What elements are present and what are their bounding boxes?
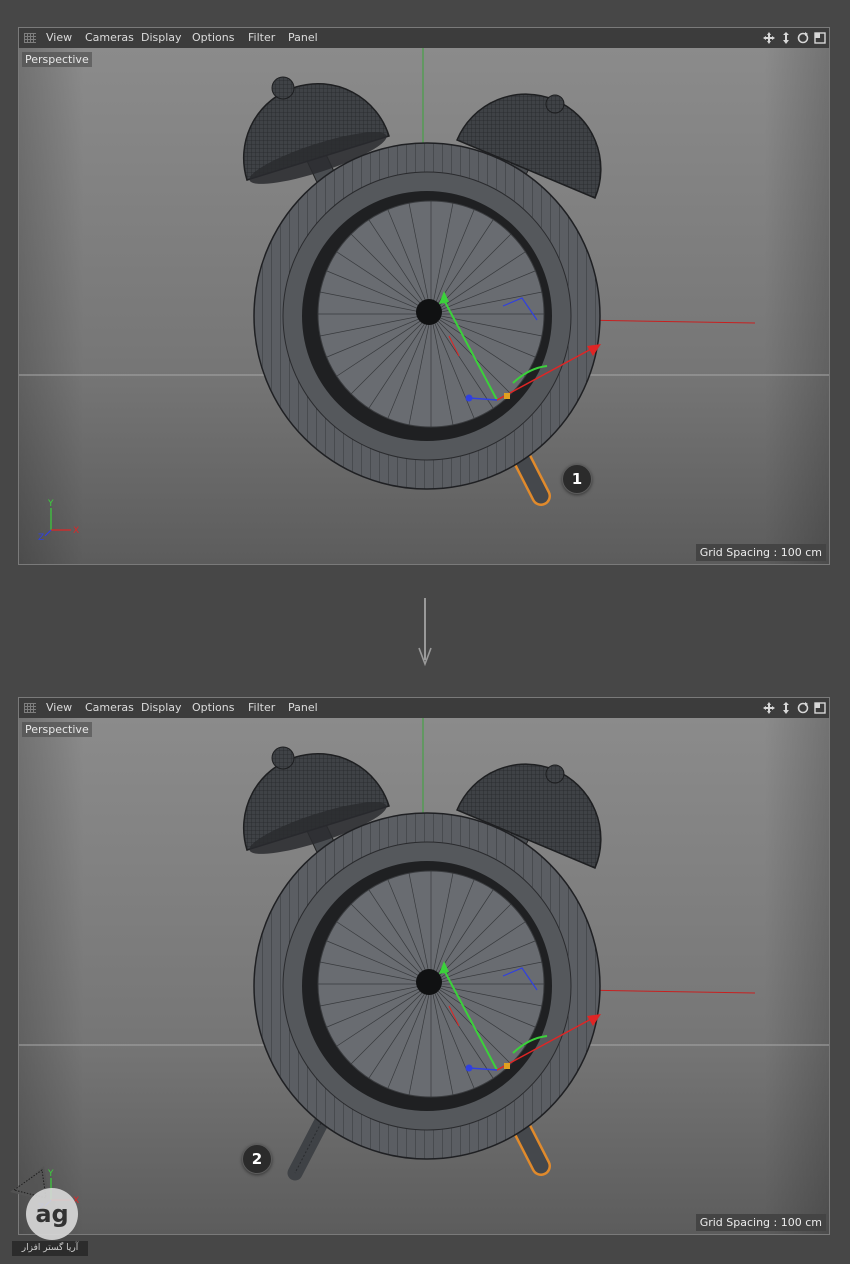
viewport-nav-icons	[762, 699, 827, 717]
viewport-camera-label[interactable]: Perspective	[22, 722, 92, 737]
viewport-top[interactable]: View Cameras Display Options Filter Pane…	[18, 27, 830, 565]
menu-options[interactable]: Options	[192, 701, 234, 714]
zoom-icon[interactable]	[779, 700, 793, 716]
rotate-icon[interactable]	[796, 30, 810, 46]
maximize-icon[interactable]	[813, 30, 827, 46]
clock-body[interactable]	[253, 142, 601, 490]
clock-body[interactable]	[253, 812, 601, 1160]
watermark-text: آریا گستر افزار	[12, 1241, 88, 1256]
menu-panel[interactable]: Panel	[288, 31, 318, 44]
viewport-scene[interactable]: Y X Z	[19, 718, 829, 1234]
viewport-menu-bar: View Cameras Display Options Filter Pane…	[19, 28, 829, 49]
grid-spacing-label: Grid Spacing : 100 cm	[695, 544, 826, 561]
menu-options[interactable]: Options	[192, 31, 234, 44]
viewport-scene[interactable]: Y X Z	[19, 48, 829, 564]
viewport-nav-icons	[762, 29, 827, 47]
menu-cameras[interactable]: Cameras	[85, 701, 134, 714]
maximize-icon[interactable]	[813, 700, 827, 716]
menu-view[interactable]: View	[46, 701, 72, 714]
move-icon[interactable]	[762, 700, 776, 716]
grip-icon[interactable]	[24, 703, 36, 713]
menu-display[interactable]: Display	[141, 31, 182, 44]
arrow-down-icon	[418, 598, 432, 667]
step-callout-1: 1	[562, 464, 592, 494]
step-callout-2: 2	[242, 1144, 272, 1174]
menu-display[interactable]: Display	[141, 701, 182, 714]
move-icon[interactable]	[762, 30, 776, 46]
viewport-camera-label[interactable]: Perspective	[22, 52, 92, 67]
zoom-icon[interactable]	[779, 30, 793, 46]
grid-spacing-label: Grid Spacing : 100 cm	[695, 1214, 826, 1231]
axis-label-x: X	[73, 526, 79, 536]
viewport-menu-bar: View Cameras Display Options Filter Pane…	[19, 698, 829, 719]
viewport-bottom[interactable]: View Cameras Display Options Filter Pane…	[18, 697, 830, 1235]
axis-label-y: Y	[47, 499, 54, 509]
grip-icon[interactable]	[24, 33, 36, 43]
menu-panel[interactable]: Panel	[288, 701, 318, 714]
axis-label-z: Z	[38, 533, 44, 543]
menu-filter[interactable]: Filter	[248, 701, 275, 714]
svg-text:ag: ag	[35, 1200, 68, 1228]
rotate-icon[interactable]	[796, 700, 810, 716]
menu-view[interactable]: View	[46, 31, 72, 44]
menu-cameras[interactable]: Cameras	[85, 31, 134, 44]
menu-filter[interactable]: Filter	[248, 31, 275, 44]
